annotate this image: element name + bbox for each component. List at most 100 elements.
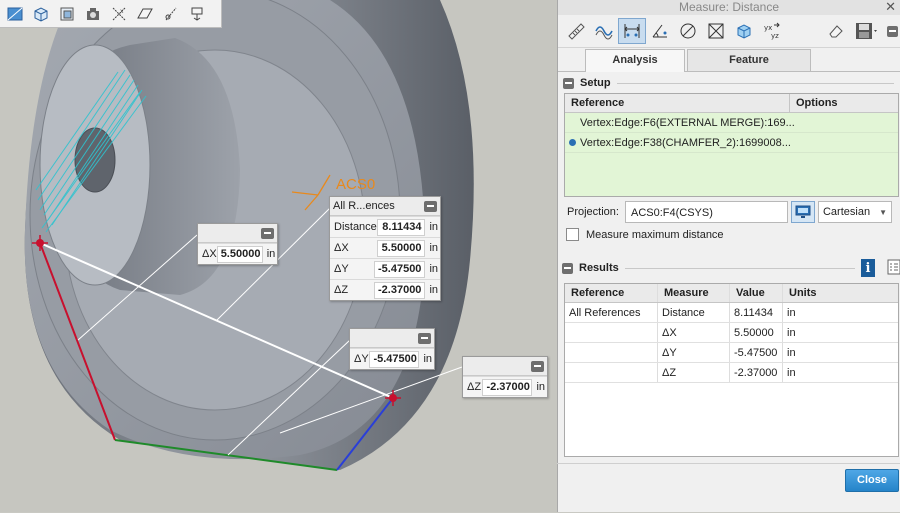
column-header-units[interactable]: Units: [783, 284, 898, 302]
graphics-window[interactable]: ACS0 x All R...ences Distance 8.11434 in Δ…: [0, 0, 557, 512]
results-title: Results: [579, 262, 619, 274]
close-icon[interactable]: ✕: [885, 0, 896, 14]
cell-measure: Distance: [658, 303, 730, 322]
measure-type-toolbar: yx yz: [558, 15, 900, 48]
projection-row: Projection: ACS0:F4(CSYS) Cartesian ▼: [567, 199, 892, 225]
cell-reference: [565, 363, 658, 382]
axis-display-icon[interactable]: [158, 2, 184, 26]
row-unit: in: [429, 221, 438, 233]
svg-text:yx: yx: [764, 24, 772, 32]
collapse-icon[interactable]: [424, 200, 437, 212]
cell-units: in: [787, 366, 796, 379]
measure-callout-all[interactable]: All R...ences Distance 8.11434 in ΔX 5.5000…: [329, 196, 441, 301]
transform-measure-icon[interactable]: yx yz: [758, 18, 786, 44]
row-label: ΔY: [334, 263, 349, 275]
svg-text:yz: yz: [771, 32, 779, 40]
save-icon[interactable]: [850, 18, 884, 44]
datum-display-icon[interactable]: x: [106, 2, 132, 26]
setup-section-header[interactable]: Setup: [558, 74, 900, 92]
model-view: [24, 0, 474, 471]
projection-label: Projection:: [567, 206, 619, 218]
collapse-panel-icon[interactable]: [884, 18, 900, 44]
cell-value: 8.11434: [730, 303, 783, 322]
coordinate-mode-select[interactable]: Cartesian ▼: [817, 201, 892, 223]
column-header-reference[interactable]: Reference: [565, 284, 658, 302]
collapse-icon[interactable]: [562, 262, 573, 274]
eraser-icon[interactable]: [822, 18, 850, 44]
cell-measure: ΔX: [658, 323, 730, 342]
dx-value: 5.50000: [216, 245, 263, 263]
cell-reference: [565, 323, 658, 342]
distance-measure-icon[interactable]: [618, 18, 646, 44]
reference-row[interactable]: Vertex:Edge:F6(EXTERNAL MERGE):169...: [565, 113, 898, 133]
dy-label: ΔY: [354, 353, 369, 365]
dz-unit: in: [536, 381, 545, 393]
projection-field[interactable]: ACS0:F4(CSYS): [624, 201, 788, 223]
row-unit: in: [429, 284, 438, 296]
dz-value: -2.37000: [482, 378, 533, 396]
row-value: 5.50000: [376, 239, 426, 257]
plane-display-icon[interactable]: [132, 2, 158, 26]
close-button[interactable]: Close: [845, 469, 899, 492]
curve-measure-icon[interactable]: [590, 18, 618, 44]
collapse-icon[interactable]: [563, 77, 574, 89]
collapse-icon[interactable]: [261, 227, 274, 239]
table-row[interactable]: All References Distance 8.11434 in: [565, 303, 898, 323]
setup-title: Setup: [580, 77, 611, 89]
results-section-header[interactable]: Results i: [557, 259, 900, 277]
max-distance-checkbox[interactable]: [566, 228, 579, 241]
cell-value: -5.47500: [730, 343, 783, 362]
cell-reference: All References: [565, 303, 658, 322]
cell-value: 5.50000: [730, 323, 783, 342]
dialog-tabs: Analysis Feature: [558, 49, 900, 72]
table-row[interactable]: ΔX 5.50000 in: [565, 323, 898, 343]
max-distance-option[interactable]: Measure maximum distance: [566, 228, 724, 241]
reference-text: Vertex:Edge:F38(CHAMFER_2):1699008...: [580, 136, 791, 149]
dz-label: ΔZ: [467, 381, 482, 393]
cell-units: in: [787, 346, 796, 359]
svg-text:x: x: [120, 8, 124, 15]
volume-measure-icon[interactable]: [730, 18, 758, 44]
table-row[interactable]: ΔZ -2.37000 in: [565, 363, 898, 383]
spin-center-icon[interactable]: [184, 2, 210, 26]
row-value: 8.11434: [376, 218, 426, 236]
cell-measure: ΔZ: [658, 363, 730, 382]
setup-reference-table[interactable]: Reference Options Vertex:Edge:F6(EXTERNA…: [564, 93, 899, 197]
info-icon[interactable]: i: [861, 259, 875, 277]
dy-unit: in: [423, 353, 432, 365]
shade-icon[interactable]: [2, 2, 28, 26]
row-label: ΔX: [334, 242, 349, 254]
angle-measure-icon[interactable]: [646, 18, 674, 44]
camera-icon[interactable]: [80, 2, 106, 26]
saved-views-icon[interactable]: [54, 2, 80, 26]
row-value: -2.37000: [374, 281, 426, 299]
column-header-reference[interactable]: Reference: [565, 94, 790, 112]
active-reference-icon: [569, 139, 576, 146]
results-table[interactable]: Reference Measure Value Units All Refere…: [564, 283, 899, 457]
area-measure-icon[interactable]: [702, 18, 730, 44]
tab-feature[interactable]: Feature: [687, 49, 811, 71]
measure-callout-dy[interactable]: ΔY -5.47500 in: [349, 328, 435, 370]
column-header-value[interactable]: Value: [730, 284, 783, 302]
coordinate-mode-value: Cartesian: [822, 206, 871, 218]
reference-row[interactable]: Vertex:Edge:F38(CHAMFER_2):1699008...: [565, 133, 898, 153]
details-list-icon[interactable]: [887, 259, 900, 278]
chevron-down-icon: ▼: [879, 207, 887, 217]
row-label: Distance: [334, 221, 377, 233]
measure-callout-dz[interactable]: ΔZ -2.37000 in: [462, 356, 548, 398]
column-header-measure[interactable]: Measure: [658, 284, 730, 302]
graphics-toolbar: x: [0, 0, 222, 28]
tab-analysis[interactable]: Analysis: [585, 49, 685, 72]
monitor-icon[interactable]: [790, 201, 815, 223]
table-row[interactable]: ΔY -5.47500 in: [565, 343, 898, 363]
cell-measure: ΔY: [658, 343, 730, 362]
view-cube-icon[interactable]: [28, 2, 54, 26]
dy-value: -5.47500: [369, 350, 420, 368]
collapse-icon[interactable]: [531, 360, 544, 372]
measure-callout-dx[interactable]: ΔX 5.50000 in: [197, 223, 278, 265]
diameter-measure-icon[interactable]: [674, 18, 702, 44]
length-measure-icon[interactable]: [562, 18, 590, 44]
column-header-options[interactable]: Options: [790, 94, 838, 112]
collapse-icon[interactable]: [418, 332, 431, 344]
reference-text: Vertex:Edge:F6(EXTERNAL MERGE):169...: [580, 116, 795, 129]
